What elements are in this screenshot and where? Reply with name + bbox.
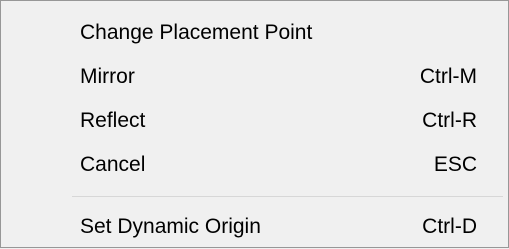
menu-item-shortcut: Ctrl-R bbox=[422, 109, 477, 132]
menu-item-reflect[interactable]: Reflect Ctrl-R bbox=[5, 99, 504, 143]
menu-item-shortcut: ESC bbox=[433, 153, 477, 176]
context-menu: Change Placement Point Mirror Ctrl-M Ref… bbox=[0, 0, 509, 248]
menu-item-label: Cancel bbox=[80, 153, 146, 176]
menu-item-set-dynamic-origin[interactable]: Set Dynamic Origin Ctrl-D bbox=[5, 205, 504, 249]
menu-item-cancel[interactable]: Cancel ESC bbox=[5, 143, 504, 187]
menu-item-shortcut: Ctrl-D bbox=[422, 215, 477, 238]
menu-item-change-placement-point[interactable]: Change Placement Point bbox=[5, 11, 504, 55]
menu-item-shortcut: Ctrl-M bbox=[419, 65, 477, 88]
menu-item-label: Mirror bbox=[80, 65, 135, 88]
menu-separator bbox=[72, 196, 503, 197]
menu-item-label: Set Dynamic Origin bbox=[80, 215, 261, 238]
menu-item-label: Reflect bbox=[80, 109, 146, 132]
menu-item-label: Change Placement Point bbox=[80, 21, 313, 44]
menu-item-mirror[interactable]: Mirror Ctrl-M bbox=[5, 55, 504, 99]
